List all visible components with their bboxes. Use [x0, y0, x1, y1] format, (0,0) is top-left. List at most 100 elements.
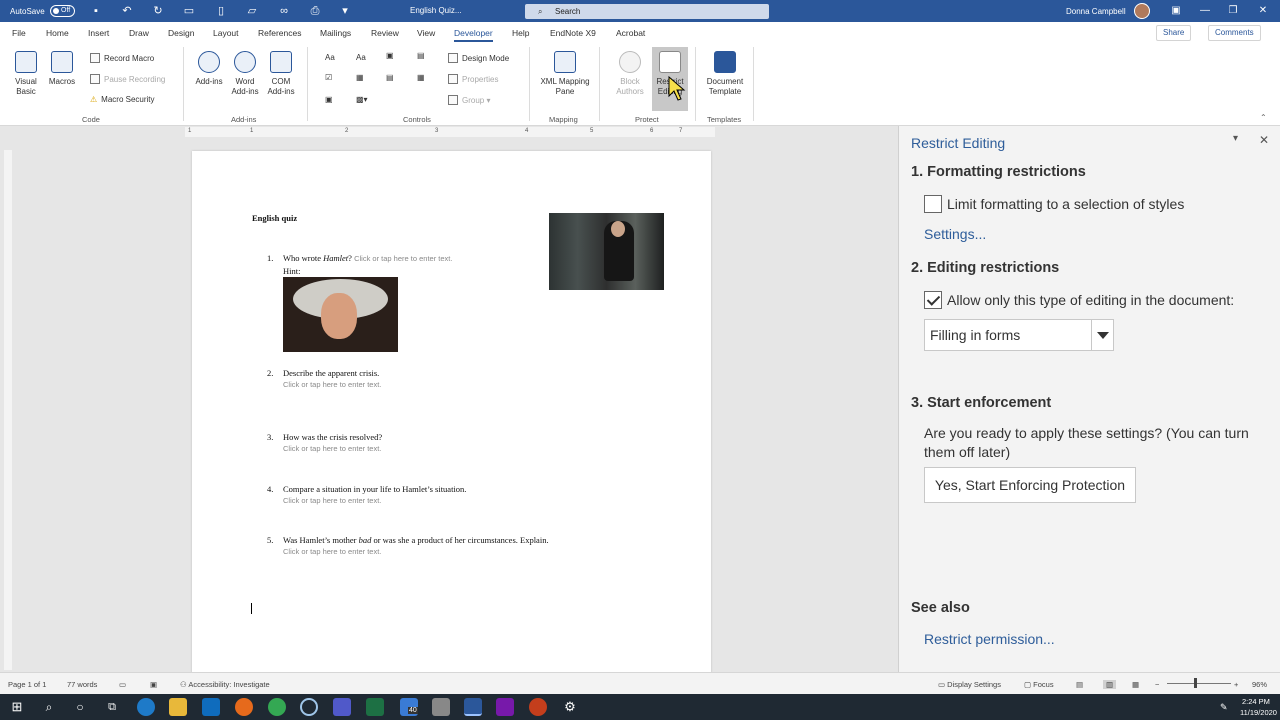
- powerpoint-icon[interactable]: [529, 698, 547, 716]
- design-mode-button[interactable]: Design Mode: [448, 53, 509, 64]
- allow-editing-label[interactable]: Allow only this type of editing in the d…: [947, 292, 1234, 308]
- tab-review[interactable]: Review: [371, 28, 399, 38]
- web-layout-icon[interactable]: ▦: [1132, 680, 1139, 689]
- hamlet-photo[interactable]: [549, 213, 664, 290]
- add-ins-button[interactable]: Add-ins: [193, 51, 225, 87]
- restrict-permission-link[interactable]: Restrict permission...: [924, 631, 1055, 647]
- ribbon-display-icon[interactable]: ▣: [1163, 2, 1189, 20]
- tab-layout[interactable]: Layout: [213, 28, 239, 38]
- zoom-out-icon[interactable]: −: [1155, 680, 1159, 689]
- vertical-ruler[interactable]: [4, 150, 12, 670]
- word-add-ins-button[interactable]: Word Add-ins: [228, 51, 262, 97]
- settings-gear-icon[interactable]: ⚙: [561, 698, 579, 716]
- undo-icon[interactable]: ↶: [120, 4, 134, 18]
- record-macro-button[interactable]: Record Macro: [90, 53, 154, 64]
- customize-icon[interactable]: ▾: [338, 4, 352, 18]
- user-name[interactable]: Donna Campbell: [1066, 7, 1126, 16]
- page-count[interactable]: Page 1 of 1: [8, 680, 46, 689]
- obs-icon[interactable]: [300, 698, 318, 716]
- macro-security-button[interactable]: ⚠ Macro Security: [90, 95, 155, 105]
- date-picker-control-icon[interactable]: ▦: [417, 73, 425, 83]
- proofing-icon[interactable]: ▭: [119, 680, 126, 689]
- checkbox-control-icon[interactable]: ☑: [325, 73, 332, 83]
- zoom-slider-thumb[interactable]: [1194, 678, 1197, 688]
- windows-start-icon[interactable]: ⊞: [8, 698, 26, 716]
- macro-recording-icon[interactable]: ▣: [150, 680, 157, 689]
- combo-box-control-icon[interactable]: ▦: [356, 73, 364, 83]
- macros-button[interactable]: Macros: [46, 51, 78, 87]
- onenote-icon[interactable]: [496, 698, 514, 716]
- read-mode-icon[interactable]: ▤: [1076, 680, 1083, 689]
- document-page[interactable]: English quiz 1. Who wrote Hamlet? Click …: [192, 151, 711, 673]
- tab-endnote[interactable]: EndNote X9: [550, 28, 596, 38]
- xml-mapping-pane-button[interactable]: XML Mapping Pane: [535, 51, 595, 97]
- horizontal-ruler[interactable]: 1 1 2 3 4 5 6 7: [185, 127, 715, 137]
- tab-mailings[interactable]: Mailings: [320, 28, 351, 38]
- clock-time[interactable]: 2:24 PM: [1242, 697, 1270, 706]
- visual-basic-button[interactable]: Visual Basic: [10, 51, 42, 97]
- legacy-tools-icon[interactable]: ▩▾: [356, 95, 368, 105]
- excel-icon[interactable]: [366, 698, 384, 716]
- document-template-button[interactable]: Document Template: [702, 51, 748, 97]
- word-count[interactable]: 77 words: [67, 680, 97, 689]
- zoom-slider[interactable]: [1167, 683, 1231, 684]
- cortana-icon[interactable]: ○: [71, 698, 89, 716]
- clock-date[interactable]: 11/19/2020: [1240, 708, 1277, 717]
- picture-control-icon[interactable]: ▣: [386, 51, 394, 61]
- answer-field-1[interactable]: Click or tap here to enter text.: [354, 254, 452, 263]
- settings-link[interactable]: Settings...: [924, 226, 986, 242]
- redo-icon[interactable]: ↻: [151, 4, 165, 18]
- comments-button[interactable]: Comments: [1208, 25, 1261, 41]
- limit-formatting-label[interactable]: Limit formatting to a selection of style…: [947, 196, 1184, 212]
- start-enforcing-button[interactable]: Yes, Start Enforcing Protection: [924, 467, 1136, 503]
- firefox-icon[interactable]: [235, 698, 253, 716]
- print-icon[interactable]: ⎙: [308, 4, 322, 18]
- link-icon[interactable]: ∞: [277, 4, 291, 18]
- outlook-icon[interactable]: [202, 698, 220, 716]
- tab-insert[interactable]: Insert: [88, 28, 109, 38]
- save-icon[interactable]: ▪: [89, 4, 103, 18]
- folder-icon[interactable]: ▱: [245, 4, 259, 18]
- tab-references[interactable]: References: [258, 28, 301, 38]
- editing-type-select[interactable]: Filling in forms: [924, 319, 1114, 351]
- autosave-toggle[interactable]: Off: [50, 5, 75, 17]
- chrome-icon[interactable]: [268, 698, 286, 716]
- answer-field-2[interactable]: Click or tap here to enter text.: [283, 380, 381, 389]
- repeating-section-control-icon[interactable]: ▣: [325, 95, 333, 105]
- file-explorer-icon[interactable]: [169, 698, 187, 716]
- restore-icon[interactable]: ❐: [1220, 2, 1246, 20]
- tab-design[interactable]: Design: [168, 28, 194, 38]
- hint-photo[interactable]: [283, 277, 398, 352]
- open-icon[interactable]: ▭: [182, 4, 196, 18]
- teams-icon[interactable]: [333, 698, 351, 716]
- new-doc-icon[interactable]: ▯: [214, 4, 228, 18]
- document-title[interactable]: English Quiz...: [410, 6, 462, 15]
- pen-icon[interactable]: ✎: [1220, 702, 1228, 713]
- search-taskbar-icon[interactable]: ⌕: [40, 698, 58, 716]
- dropdown-control-icon[interactable]: ▤: [386, 73, 394, 83]
- allow-editing-checkbox[interactable]: [924, 291, 942, 309]
- close-icon[interactable]: ✕: [1250, 2, 1276, 20]
- limit-formatting-checkbox[interactable]: [924, 195, 942, 213]
- display-settings-button[interactable]: ▭ Display Settings: [938, 680, 1001, 689]
- collapse-ribbon-icon[interactable]: ⌃: [1260, 113, 1267, 123]
- tab-file[interactable]: File: [12, 28, 26, 38]
- tab-acrobat[interactable]: Acrobat: [616, 28, 645, 38]
- search-box[interactable]: ⌕ Search: [525, 4, 769, 19]
- zoom-level[interactable]: 96%: [1252, 680, 1267, 689]
- tab-home[interactable]: Home: [46, 28, 69, 38]
- tab-draw[interactable]: Draw: [129, 28, 149, 38]
- answer-field-4[interactable]: Click or tap here to enter text.: [283, 496, 381, 505]
- accessibility-status[interactable]: ⚇ Accessibility: Investigate: [180, 680, 270, 689]
- snipping-tool-icon[interactable]: [432, 698, 450, 716]
- tab-help[interactable]: Help: [512, 28, 529, 38]
- zoom-in-icon[interactable]: +: [1234, 680, 1238, 689]
- mail-icon[interactable]: 40: [400, 698, 418, 716]
- task-view-icon[interactable]: ⧉: [103, 698, 121, 716]
- rich-text-control-icon[interactable]: Aa: [325, 53, 335, 63]
- pane-options-icon[interactable]: ▾: [1233, 133, 1238, 144]
- chevron-down-icon[interactable]: [1091, 320, 1113, 350]
- print-layout-icon[interactable]: ▥: [1103, 680, 1117, 689]
- word-taskbar-icon[interactable]: [464, 698, 482, 716]
- plain-text-control-icon[interactable]: Aa: [356, 53, 366, 63]
